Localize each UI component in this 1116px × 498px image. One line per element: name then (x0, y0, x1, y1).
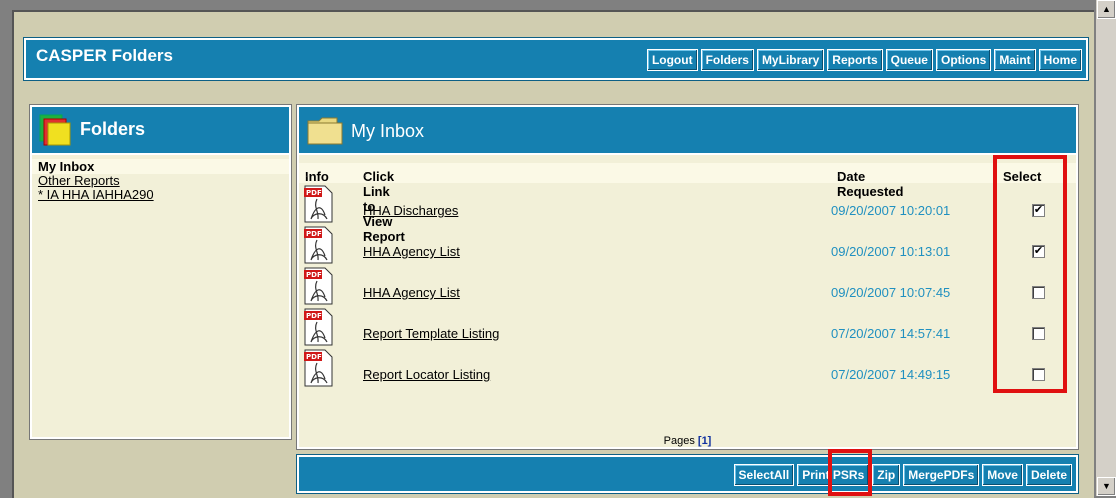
folder-item-my-inbox[interactable]: My Inbox (32, 159, 289, 174)
table-row: PDF Report Template Listing 07/20/2007 1… (299, 308, 1076, 354)
app-title: CASPER Folders (36, 46, 173, 65)
inbox-panel-header: My Inbox (299, 107, 1076, 155)
folders-button[interactable]: Folders (700, 49, 754, 71)
table-row: PDF HHA Discharges 09/20/2007 10:20:01 ✔ (299, 185, 1076, 231)
report-date: 07/20/2007 14:49:15 (831, 367, 951, 382)
sort-icon: ↓ (837, 169, 842, 179)
table-row: PDF HHA Agency List 09/20/2007 10:07:45 (299, 267, 1076, 313)
inbox-panel-title: My Inbox (351, 121, 425, 141)
report-link[interactable]: Report Locator Listing (363, 367, 490, 382)
page-link[interactable]: [1] (698, 435, 711, 447)
scroll-up-icon[interactable]: ▲ (1097, 0, 1116, 19)
svg-text:PDF: PDF (306, 230, 322, 238)
selectall-button[interactable]: SelectAll (733, 464, 795, 486)
sort-icon: ↓ (363, 169, 368, 179)
pdf-icon[interactable]: PDF (303, 308, 333, 346)
queue-button[interactable]: Queue (885, 49, 933, 71)
maint-button[interactable]: Maint (994, 49, 1036, 71)
svg-text:PDF: PDF (306, 353, 322, 361)
scroll-down-icon[interactable]: ▼ (1097, 477, 1116, 496)
report-link[interactable]: Report Template Listing (363, 326, 499, 341)
inbox-panel: My Inbox Info ↓ Click Link to View Report… (297, 105, 1078, 449)
folder-icon (307, 117, 343, 145)
home-button[interactable]: Home (1038, 49, 1082, 71)
report-link[interactable]: HHA Agency List (363, 244, 460, 259)
report-link[interactable]: HHA Agency List (363, 285, 460, 300)
sort-icon: ↓ (305, 169, 310, 179)
pdf-icon[interactable]: PDF (303, 349, 333, 387)
pages-label: Pages (663, 435, 695, 447)
table-header: Info ↓ Click Link to View Report ↓ Date Re… (299, 163, 1076, 244)
action-buttons: SelectAll Print PSRs Zip MergePDFs Move … (733, 464, 1072, 486)
mergepdfs-button[interactable]: MergePDFs (903, 464, 980, 486)
top-nav: Logout Folders MyLibrary Reports Queue O… (646, 49, 1082, 71)
report-date: 09/20/2007 10:13:01 (831, 244, 951, 259)
table-row: PDF Report Locator Listing 07/20/2007 14… (299, 349, 1076, 395)
pdf-icon[interactable]: PDF (303, 185, 333, 223)
svg-text:PDF: PDF (306, 312, 322, 320)
folder-list: My Inbox Other Reports * IA HHA IAHHA290 (32, 155, 289, 206)
pagination: Pages [1] (299, 435, 1076, 447)
action-bar: SelectAll Print PSRs Zip MergePDFs Move … (297, 455, 1078, 493)
move-button[interactable]: Move (982, 464, 1023, 486)
svg-text:PDF: PDF (306, 189, 322, 197)
folder-item-other-reports[interactable]: Other Reports (38, 174, 283, 188)
pdf-icon[interactable]: PDF (303, 226, 333, 264)
folders-panel-header: Folders (32, 107, 289, 155)
delete-button[interactable]: Delete (1025, 464, 1072, 486)
table-row: PDF HHA Agency List 09/20/2007 10:13:01 … (299, 226, 1076, 272)
svg-text:PDF: PDF (306, 271, 322, 279)
zip-highlight (828, 449, 872, 496)
reports-button[interactable]: Reports (827, 49, 883, 71)
report-date: 09/20/2007 10:07:45 (831, 285, 951, 300)
select-column-highlight (993, 155, 1067, 393)
options-button[interactable]: Options (935, 49, 992, 71)
report-date: 09/20/2007 10:20:01 (831, 203, 951, 218)
folders-panel: Folders My Inbox Other Reports * IA HHA … (30, 105, 291, 439)
header-bar: CASPER Folders Logout Folders MyLibrary … (24, 38, 1088, 80)
scrollbar[interactable]: ▲ ▼ (1096, 0, 1116, 496)
folder-item-ia-hha[interactable]: * IA HHA IAHHA290 (38, 188, 283, 202)
report-date: 07/20/2007 14:57:41 (831, 326, 951, 341)
folders-icon (39, 114, 71, 146)
logout-button[interactable]: Logout (646, 49, 698, 71)
page: CASPER Folders Logout Folders MyLibrary … (12, 10, 1094, 498)
folders-panel-title: Folders (80, 119, 146, 139)
mylibrary-button[interactable]: MyLibrary (756, 49, 825, 71)
report-link[interactable]: HHA Discharges (363, 203, 458, 218)
zip-button[interactable]: Zip (872, 464, 901, 486)
pdf-icon[interactable]: PDF (303, 267, 333, 305)
